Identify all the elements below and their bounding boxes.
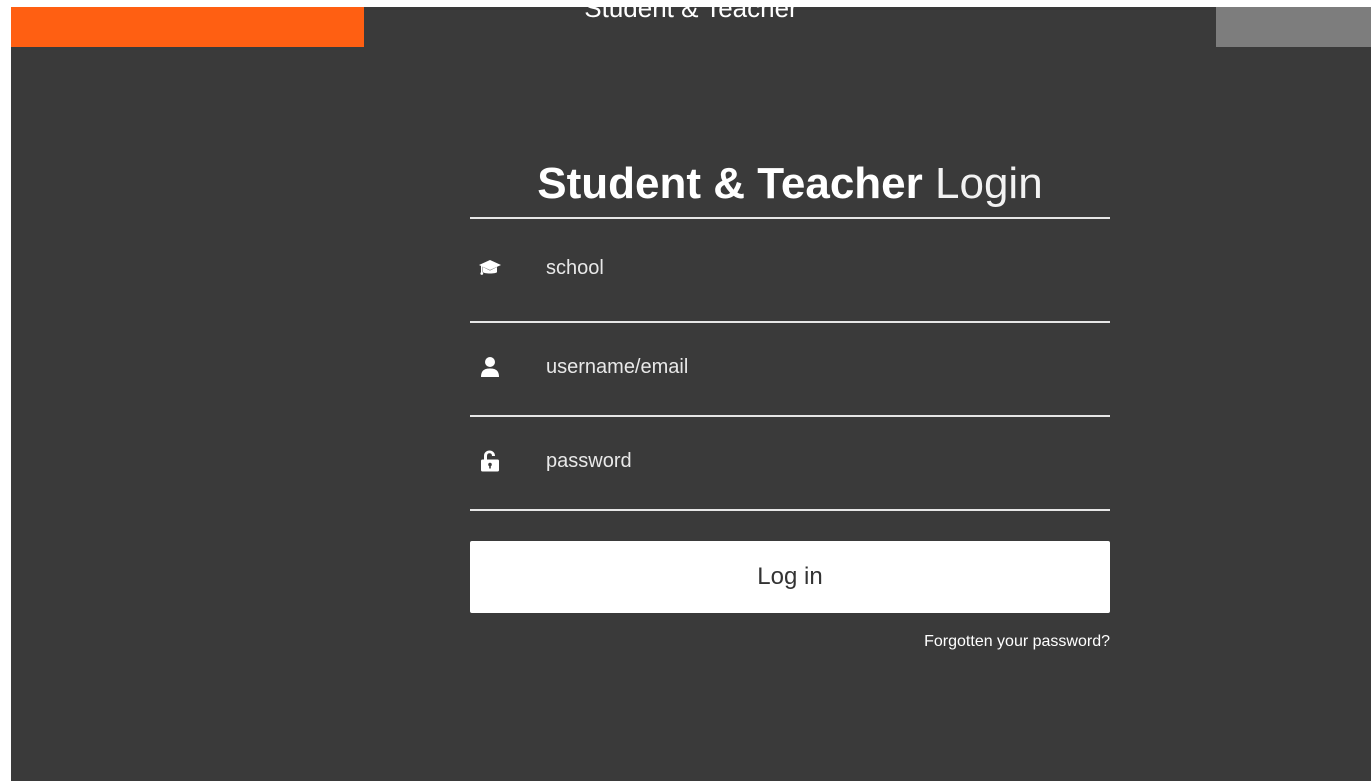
user-icon — [478, 355, 502, 379]
login-page: Student & Teacher Student & Teacher Logi… — [11, 7, 1371, 781]
forgot-password-link[interactable]: Forgotten your password? — [470, 633, 1110, 651]
username-field-row — [470, 323, 1110, 417]
unlock-icon — [478, 449, 502, 473]
login-button[interactable]: Log in — [470, 541, 1110, 613]
login-heading-light: Login — [935, 159, 1043, 208]
graduation-cap-icon — [478, 256, 502, 280]
password-field-row — [470, 417, 1110, 511]
header-title: Student & Teacher — [584, 7, 798, 23]
login-heading-bold: Student & Teacher — [537, 159, 923, 208]
login-form: Student & Teacher Login school username/… — [470, 147, 1110, 651]
password-input[interactable] — [546, 447, 1086, 475]
school-field-row — [470, 219, 1110, 323]
login-heading: Student & Teacher Login — [470, 147, 1110, 217]
school-input[interactable] — [546, 254, 1086, 282]
username-input[interactable] — [546, 353, 1086, 381]
